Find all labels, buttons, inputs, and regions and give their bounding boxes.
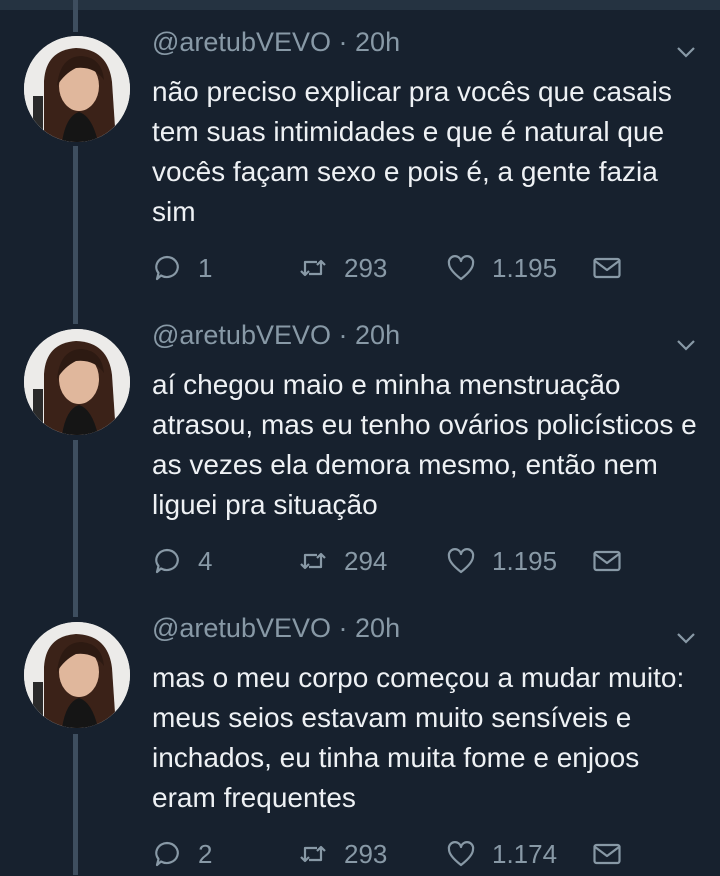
avatar-photo	[24, 622, 130, 728]
reply-button[interactable]: 2	[152, 834, 212, 874]
like-count: 1.174	[492, 838, 558, 869]
retweet-button[interactable]: 293	[298, 248, 387, 288]
retweet-icon	[300, 259, 326, 277]
like-button[interactable]: 1.174	[446, 834, 557, 874]
like-button[interactable]: 1.195	[446, 541, 557, 581]
username-handle[interactable]: @aretubVEVO	[152, 27, 331, 57]
reply-count: 2	[198, 838, 213, 869]
avatar[interactable]	[24, 36, 130, 142]
chevron-down-icon[interactable]	[674, 40, 698, 64]
retweet-count: 293	[344, 838, 388, 869]
retweet-button[interactable]: 294	[298, 541, 387, 581]
like-button[interactable]: 1.195	[446, 248, 557, 288]
timestamp[interactable]: 20h	[355, 27, 400, 57]
direct-message-button[interactable]	[592, 541, 622, 581]
timestamp[interactable]: 20h	[355, 613, 400, 643]
reply-bubble-icon	[155, 841, 179, 867]
heart-icon	[447, 841, 475, 867]
reply-bubble-icon	[155, 255, 179, 281]
tweet-header: @aretubVEVO · 20h	[152, 613, 400, 644]
tweet-header: @aretubVEVO · 20h	[152, 320, 400, 351]
reply-bubble-icon	[155, 548, 179, 574]
like-count: 1.195	[492, 545, 558, 576]
timestamp[interactable]: 20h	[355, 320, 400, 350]
tweet[interactable]: @aretubVEVO · 20h não preciso explicar p…	[0, 0, 720, 290]
tweet-header: @aretubVEVO · 20h	[152, 27, 400, 58]
separator-dot: ·	[338, 613, 348, 643]
like-count: 1.195	[492, 252, 558, 283]
retweet-icon	[300, 552, 326, 570]
retweet-icon	[300, 845, 326, 863]
reply-button[interactable]: 1	[152, 248, 212, 288]
tweet-actions: 4 294 1.195	[152, 541, 632, 581]
tweet-text: aí chegou maio e minha menstruação atras…	[152, 369, 705, 520]
retweet-count: 294	[344, 545, 388, 576]
tweet-text: não preciso explicar pra vocês que casai…	[152, 76, 680, 227]
tweet[interactable]: @aretubVEVO · 20h aí chegou maio e minha…	[0, 293, 720, 583]
avatar[interactable]	[24, 329, 130, 435]
separator-dot: ·	[338, 27, 348, 57]
avatar-photo	[24, 329, 130, 435]
envelope-icon	[593, 843, 621, 865]
reply-count: 4	[198, 545, 213, 576]
tweet-actions: 2 293 1.174	[152, 834, 632, 874]
envelope-icon	[593, 257, 621, 279]
retweet-button[interactable]: 293	[298, 834, 387, 874]
heart-icon	[447, 548, 475, 574]
reply-button[interactable]: 4	[152, 541, 212, 581]
direct-message-button[interactable]	[592, 834, 622, 874]
retweet-count: 293	[344, 252, 388, 283]
reply-count: 1	[198, 252, 213, 283]
tweet-text: mas o meu corpo começou a mudar muito: m…	[152, 662, 693, 813]
tweet[interactable]: @aretubVEVO · 20h mas o meu corpo começo…	[0, 586, 720, 876]
username-handle[interactable]: @aretubVEVO	[152, 320, 331, 350]
chevron-down-icon[interactable]	[674, 626, 698, 650]
heart-icon	[447, 255, 475, 281]
avatar-photo	[24, 36, 130, 142]
envelope-icon	[593, 550, 621, 572]
chevron-down-icon[interactable]	[674, 333, 698, 357]
tweet-actions: 1 293 1.195	[152, 248, 632, 288]
avatar[interactable]	[24, 622, 130, 728]
direct-message-button[interactable]	[592, 248, 622, 288]
separator-dot: ·	[338, 320, 348, 350]
username-handle[interactable]: @aretubVEVO	[152, 613, 331, 643]
